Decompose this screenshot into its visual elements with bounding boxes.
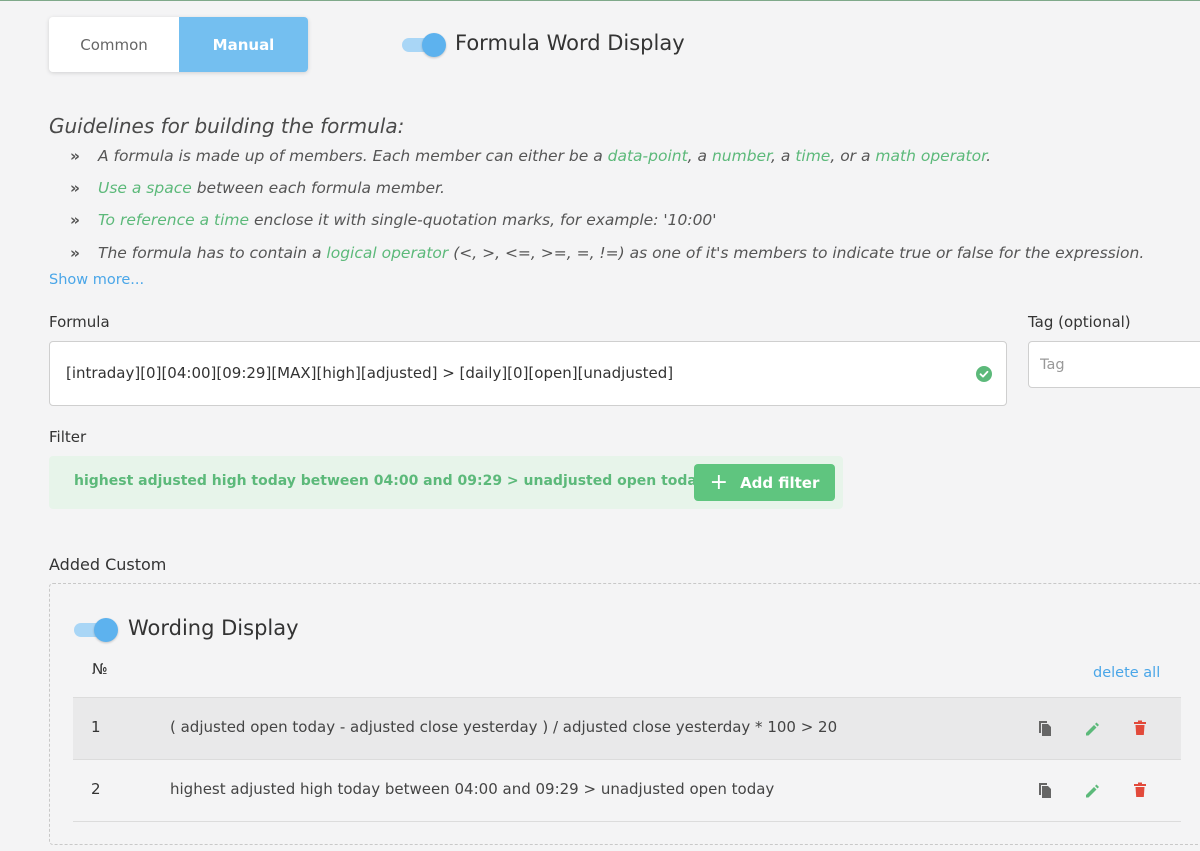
formula-value: [intraday][0][04:00][09:29][MAX][high][a… xyxy=(66,364,674,382)
trash-icon[interactable] xyxy=(1131,718,1149,738)
guidelines-title: Guidelines for building the formula: xyxy=(49,114,405,138)
row-formula-text: ( adjusted open today - adjusted close y… xyxy=(170,718,838,736)
table-row: 2 highest adjusted high today between 04… xyxy=(73,759,1181,822)
tag-input[interactable] xyxy=(1028,341,1200,388)
guideline-link-time-reference[interactable]: To reference a time xyxy=(98,211,249,229)
guideline-link-math-operator[interactable]: math operator xyxy=(875,147,986,165)
guideline-link-time[interactable]: time xyxy=(795,147,830,165)
formula-label: Formula xyxy=(49,313,110,331)
trash-icon[interactable] xyxy=(1131,780,1149,800)
filter-description: highest adjusted high today between 04:0… xyxy=(74,473,706,489)
mode-tabs: Common Manual xyxy=(49,17,308,72)
guideline-text: , a xyxy=(687,147,712,165)
guideline-link-number[interactable]: number xyxy=(712,147,771,165)
double-chevron-icon: » xyxy=(70,147,81,165)
guideline-item-members: » A formula is made up of members. Each m… xyxy=(70,147,991,165)
add-filter-label: Add filter xyxy=(740,473,820,492)
copy-icon[interactable] xyxy=(1036,718,1054,738)
guideline-text: A formula is made up of members. Each me… xyxy=(98,147,608,165)
top-border xyxy=(0,0,1200,1)
double-chevron-icon: » xyxy=(70,244,81,262)
plus-icon: + xyxy=(709,469,729,495)
added-custom-title: Added Custom xyxy=(49,555,167,574)
guideline-link-data-point[interactable]: data-point xyxy=(608,147,688,165)
guideline-text: (<, >, <=, >=, =, !=) as one of it's mem… xyxy=(448,244,1145,262)
filter-label: Filter xyxy=(49,428,87,446)
guideline-item-space: » Use a space between each formula member… xyxy=(70,179,445,197)
toggle-knob xyxy=(94,618,118,642)
row-number: 2 xyxy=(91,780,101,798)
edit-icon[interactable] xyxy=(1083,780,1101,800)
filter-preview: highest adjusted high today between 04:0… xyxy=(49,456,843,509)
formula-word-display-label: Formula Word Display xyxy=(455,31,685,55)
show-more-link[interactable]: Show more... xyxy=(49,272,144,288)
formula-word-display-toggle[interactable] xyxy=(402,33,446,57)
copy-icon[interactable] xyxy=(1036,780,1054,800)
tag-label: Tag (optional) xyxy=(1028,313,1131,331)
delete-all-link[interactable]: delete all xyxy=(1093,665,1160,681)
column-header-number: № xyxy=(92,660,108,678)
wording-display-label: Wording Display xyxy=(128,616,299,640)
double-chevron-icon: » xyxy=(70,211,81,229)
guideline-link-logical-operator[interactable]: logical operator xyxy=(326,244,448,262)
guideline-text: , a xyxy=(771,147,796,165)
guideline-text: between each formula member. xyxy=(191,179,445,197)
formula-input[interactable]: [intraday][0][04:00][09:29][MAX][high][a… xyxy=(49,341,1007,406)
guideline-item-logical-operator: » The formula has to contain a logical op… xyxy=(70,244,1144,262)
double-chevron-icon: » xyxy=(70,179,81,197)
table-row: 1 ( adjusted open today - adjusted close… xyxy=(73,697,1181,759)
add-filter-button[interactable]: + Add filter xyxy=(694,464,835,501)
guideline-text: The formula has to contain a xyxy=(98,244,327,262)
row-formula-text: highest adjusted high today between 04:0… xyxy=(170,780,775,798)
wording-display-toggle[interactable] xyxy=(74,618,118,642)
row-number: 1 xyxy=(91,718,101,736)
tab-manual[interactable]: Manual xyxy=(179,17,308,72)
tab-common[interactable]: Common xyxy=(49,17,179,72)
guideline-link-space[interactable]: Use a space xyxy=(98,179,192,197)
guideline-text: , or a xyxy=(830,147,876,165)
valid-check-icon xyxy=(976,366,992,382)
guideline-text: enclose it with single-quotation marks, … xyxy=(249,211,717,229)
edit-icon[interactable] xyxy=(1083,718,1101,738)
guideline-item-time-reference: » To reference a time enclose it with sin… xyxy=(70,211,717,229)
toggle-knob xyxy=(422,33,446,57)
guideline-text: . xyxy=(986,147,992,165)
